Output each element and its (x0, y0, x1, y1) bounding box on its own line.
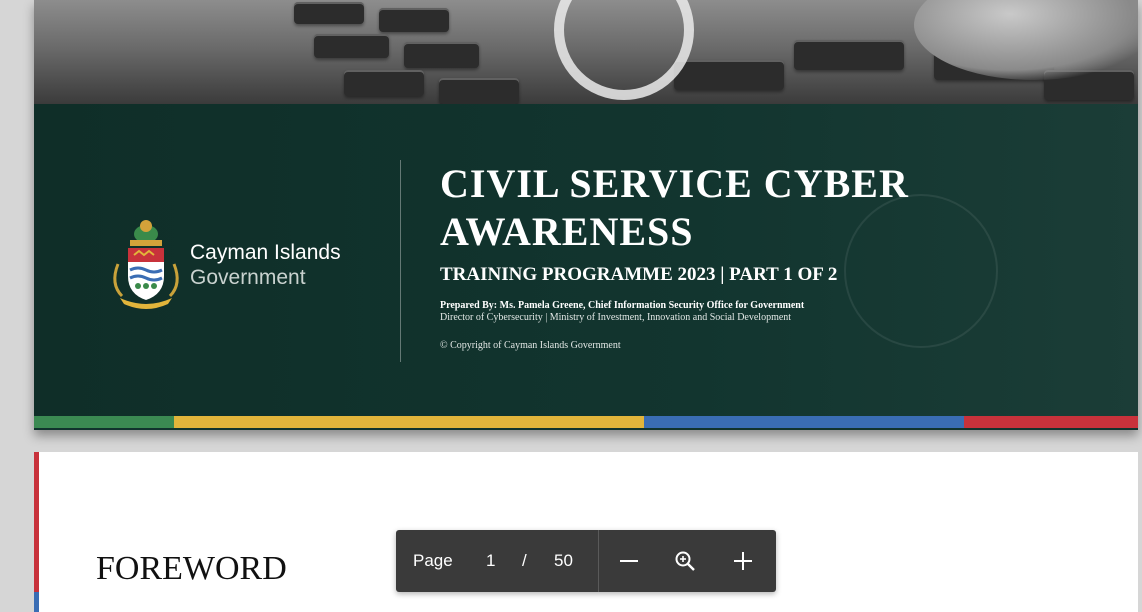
stripe-green (34, 416, 174, 428)
cover-page: Cayman Islands Government CIVIL SERVICE … (34, 0, 1138, 430)
page-edge-blue (34, 592, 39, 612)
copyright-notice: © Copyright of Cayman Islands Government (440, 340, 621, 351)
title-banner: Cayman Islands Government CIVIL SERVICE … (34, 104, 1138, 416)
title-line-1: CIVIL SERVICE CYBER (440, 161, 909, 206)
title-line-2: AWARENESS (440, 209, 694, 254)
foreword-heading: FOREWORD (96, 550, 287, 587)
org-subname: Government (190, 266, 306, 289)
vertical-divider (400, 160, 401, 362)
page-edge-red (34, 452, 39, 592)
org-name: Cayman Islands (190, 241, 341, 264)
stripe-blue (644, 416, 964, 428)
plus-icon (734, 552, 752, 570)
director-line: Director of Cybersecurity | Ministry of … (440, 312, 792, 323)
page-label: Page (413, 551, 453, 570)
minus-icon (620, 560, 638, 562)
current-page-input[interactable]: 1 (486, 551, 495, 571)
government-logo: Cayman Islands Government (106, 214, 406, 324)
document-subtitle: TRAINING PROGRAMME 2023 | PART 1 OF 2 (440, 264, 838, 285)
toolbar-divider (598, 530, 599, 592)
pdf-page-toolbar: Page 1 / 50 (396, 530, 776, 592)
zoom-out-button[interactable] (612, 543, 646, 579)
zoom-icon (675, 551, 695, 571)
coat-of-arms-icon (113, 220, 179, 309)
zoom-button[interactable] (668, 543, 702, 579)
prepared-by: Prepared By: Ms. Pamela Greene, Chief In… (440, 300, 805, 311)
zoom-in-button[interactable] (726, 543, 760, 579)
total-pages: 50 (554, 551, 573, 570)
stripe-red (964, 416, 1138, 428)
keyboard-hero-image (34, 0, 1138, 104)
document-title: CIVIL SERVICE CYBER AWARENESS (440, 160, 909, 256)
page-separator: / (522, 551, 527, 570)
stripe-yellow (174, 416, 644, 428)
